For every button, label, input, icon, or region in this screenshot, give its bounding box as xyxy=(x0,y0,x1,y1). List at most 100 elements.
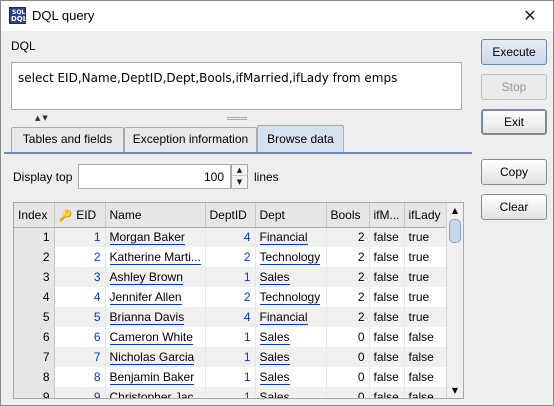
cell-index[interactable]: 7 xyxy=(14,347,55,367)
cell-dept[interactable]: Technology xyxy=(255,247,327,267)
cell-deptid[interactable]: 1 xyxy=(205,347,256,367)
cell-index[interactable]: 5 xyxy=(14,307,55,327)
cell-name[interactable]: Katherine Marti... xyxy=(105,247,206,267)
cell-eid[interactable]: 3 xyxy=(54,267,106,287)
column-header-name[interactable]: Name xyxy=(105,203,206,228)
cell-index[interactable]: 3 xyxy=(14,267,55,287)
cell-name[interactable]: Ashley Brown xyxy=(105,267,206,287)
table-row[interactable]: 3 3 Ashley Brown 1 Sales 2 false true xyxy=(14,267,447,287)
table-row[interactable]: 8 8 Benjamin Baker 1 Sales 0 false false xyxy=(14,367,447,387)
table-row[interactable]: 1 1 Morgan Baker 4 Financial 2 false true xyxy=(14,227,447,247)
cell-name[interactable]: Brianna Davis xyxy=(105,307,206,327)
cell-bools[interactable]: 2 xyxy=(326,307,370,327)
scroll-up-icon[interactable]: ▲ xyxy=(447,203,463,218)
splitter-grip[interactable] xyxy=(227,117,247,120)
cell-eid[interactable]: 6 xyxy=(54,327,106,347)
cell-ifmarried[interactable]: false xyxy=(369,287,405,307)
column-header-dept[interactable]: Dept xyxy=(255,203,327,228)
tab-browse-data[interactable]: Browse data xyxy=(257,125,344,152)
splitter-arrows-icon[interactable]: ▲▼ xyxy=(35,114,50,123)
cell-index[interactable]: 4 xyxy=(14,287,55,307)
cell-ifmarried[interactable]: false xyxy=(369,307,405,327)
cell-eid[interactable]: 9 xyxy=(54,387,106,398)
cell-bools[interactable]: 2 xyxy=(326,227,370,247)
cell-deptid[interactable]: 4 xyxy=(205,307,256,327)
cell-eid[interactable]: 1 xyxy=(54,227,106,247)
column-header-index[interactable]: Index xyxy=(14,203,55,228)
cell-ifmarried[interactable]: false xyxy=(369,387,405,398)
execute-button[interactable]: Execute xyxy=(481,39,547,65)
table-row[interactable]: 7 7 Nicholas Garcia 1 Sales 0 false false xyxy=(14,347,447,367)
table-row[interactable]: 9 9 Christopher Jac... 1 Sales 0 false false xyxy=(14,387,447,398)
table-row[interactable]: 6 6 Cameron White 1 Sales 0 false false xyxy=(14,327,447,347)
cell-iflady[interactable]: true xyxy=(404,267,447,287)
cell-iflady[interactable]: false xyxy=(404,367,447,387)
cell-dept[interactable]: Sales xyxy=(255,367,327,387)
cell-ifmarried[interactable]: false xyxy=(369,247,405,267)
cell-bools[interactable]: 0 xyxy=(326,347,370,367)
copy-button[interactable]: Copy xyxy=(481,159,547,185)
tab-tables-and-fields[interactable]: Tables and fields xyxy=(11,127,124,152)
cell-dept[interactable]: Sales xyxy=(255,267,327,287)
cell-iflady[interactable]: true xyxy=(404,287,447,307)
cell-index[interactable]: 9 xyxy=(14,387,55,398)
column-header-bools[interactable]: Bools xyxy=(326,203,370,228)
column-header-deptid[interactable]: DeptID xyxy=(205,203,256,228)
cell-dept[interactable]: Financial xyxy=(255,307,327,327)
cell-name[interactable]: Cameron White xyxy=(105,327,206,347)
cell-name[interactable]: Morgan Baker xyxy=(105,227,206,247)
column-header-iflady[interactable]: ifLady xyxy=(404,203,447,228)
stop-button[interactable]: Stop xyxy=(481,74,547,100)
cell-deptid[interactable]: 2 xyxy=(205,247,256,267)
cell-bools[interactable]: 2 xyxy=(326,267,370,287)
cell-dept[interactable]: Technology xyxy=(255,287,327,307)
cell-bools[interactable]: 0 xyxy=(326,387,370,398)
cell-bools[interactable]: 0 xyxy=(326,327,370,347)
tab-exception-information[interactable]: Exception information xyxy=(124,127,257,152)
cell-ifmarried[interactable]: false xyxy=(369,227,405,247)
clear-button[interactable]: Clear xyxy=(481,194,547,220)
cell-iflady[interactable]: false xyxy=(404,347,447,367)
scroll-down-icon[interactable]: ▼ xyxy=(447,383,463,398)
cell-eid[interactable]: 8 xyxy=(54,367,106,387)
cell-bools[interactable]: 2 xyxy=(326,247,370,267)
cell-index[interactable]: 8 xyxy=(14,367,55,387)
pane-splitter[interactable]: ▲▼ xyxy=(1,114,473,123)
cell-dept[interactable]: Financial xyxy=(255,227,327,247)
cell-dept[interactable]: Sales xyxy=(255,327,327,347)
table-row[interactable]: 5 5 Brianna Davis 4 Financial 2 false true xyxy=(14,307,447,327)
query-input[interactable]: select EID,Name,DeptID,Dept,Bools,ifMarr… xyxy=(11,62,462,110)
close-icon[interactable]: ✕ xyxy=(507,1,553,31)
cell-eid[interactable]: 2 xyxy=(54,247,106,267)
cell-name[interactable]: Benjamin Baker xyxy=(105,367,206,387)
vertical-scrollbar[interactable]: ▲ ▼ xyxy=(446,203,463,398)
cell-dept[interactable]: Sales xyxy=(255,387,327,398)
cell-deptid[interactable]: 1 xyxy=(205,387,256,398)
cell-deptid[interactable]: 1 xyxy=(205,327,256,347)
spinner-up-icon[interactable]: ▲ xyxy=(232,165,247,176)
scroll-thumb[interactable] xyxy=(449,219,461,243)
display-top-spinner[interactable]: ▲ ▼ xyxy=(231,164,248,189)
cell-ifmarried[interactable]: false xyxy=(369,267,405,287)
cell-index[interactable]: 6 xyxy=(14,327,55,347)
cell-ifmarried[interactable]: false xyxy=(369,367,405,387)
cell-eid[interactable]: 7 xyxy=(54,347,106,367)
display-top-input[interactable]: 100 xyxy=(78,164,231,189)
cell-ifmarried[interactable]: false xyxy=(369,347,405,367)
cell-deptid[interactable]: 1 xyxy=(205,267,256,287)
cell-deptid[interactable]: 1 xyxy=(205,367,256,387)
cell-dept[interactable]: Sales xyxy=(255,347,327,367)
cell-index[interactable]: 1 xyxy=(14,227,55,247)
cell-ifmarried[interactable]: false xyxy=(369,327,405,347)
table-row[interactable]: 4 4 Jennifer Allen 2 Technology 2 false true xyxy=(14,287,447,307)
cell-deptid[interactable]: 4 xyxy=(205,227,256,247)
cell-bools[interactable]: 0 xyxy=(326,367,370,387)
cell-deptid[interactable]: 2 xyxy=(205,287,256,307)
cell-name[interactable]: Christopher Jac... xyxy=(105,387,206,398)
cell-iflady[interactable]: false xyxy=(404,327,447,347)
cell-eid[interactable]: 5 xyxy=(54,307,106,327)
cell-index[interactable]: 2 xyxy=(14,247,55,267)
cell-name[interactable]: Jennifer Allen xyxy=(105,287,206,307)
data-grid[interactable]: Index 🔑 EID Name DeptID Dept Bools ifM...… xyxy=(13,202,464,399)
cell-iflady[interactable]: true xyxy=(404,227,447,247)
